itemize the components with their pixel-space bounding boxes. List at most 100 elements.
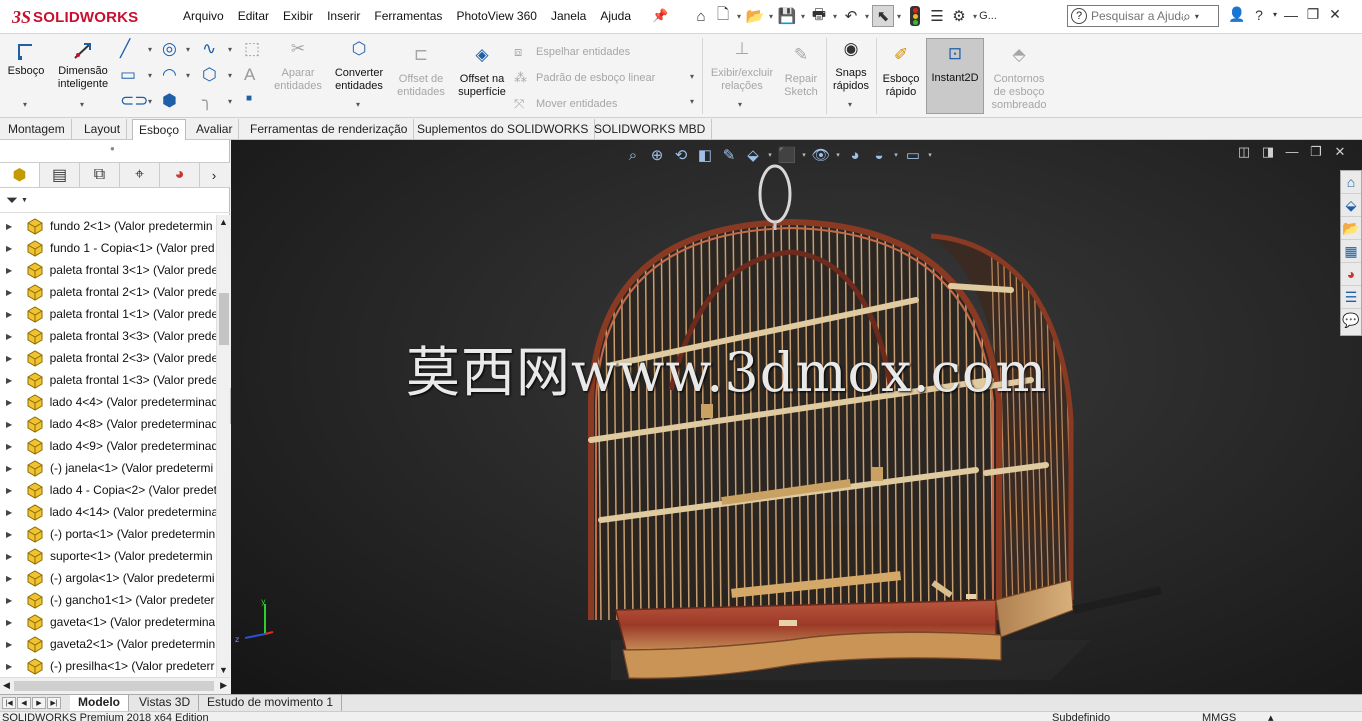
display-relations-button[interactable]: ⊥ Exibir/excluir relações (706, 40, 778, 93)
tree-item[interactable]: ▶ lado 4<8> (Valor predeterminad (0, 413, 216, 435)
select-cursor-icon[interactable]: ⬉ (872, 5, 894, 27)
close-icon[interactable]: ✕ (1324, 6, 1346, 23)
expand-arrow-icon[interactable]: ▶ (6, 420, 16, 429)
tree-horizontal-scrollbar[interactable]: ◀ ▶ (0, 677, 230, 694)
minimize-icon[interactable]: — (1280, 7, 1302, 23)
mirror-entities-button[interactable]: ⧈ Espelhar entidades (514, 44, 630, 60)
instant2d-button[interactable]: ⊡ Instant2D (926, 38, 984, 114)
user-icon[interactable]: 👤 (1226, 6, 1248, 23)
expand-arrow-icon[interactable]: ▶ (6, 222, 16, 231)
property-manager-tab-icon[interactable]: ▤ (40, 163, 80, 187)
select-dropdown-icon[interactable]: ▾ (894, 12, 904, 21)
menu-ferramentas[interactable]: Ferramentas (367, 9, 449, 23)
expand-arrow-icon[interactable]: ▶ (6, 398, 16, 407)
tree-item[interactable]: ▶ gaveta2<1> (Valor predetermin (0, 633, 216, 655)
pattern-dropdown-icon[interactable]: ▾ (690, 72, 694, 81)
tab-layout[interactable]: Layout (78, 119, 128, 140)
expand-arrow-icon[interactable]: ▶ (6, 486, 16, 495)
solidworks-resources-icon[interactable]: ⌂ (1341, 171, 1361, 194)
scroll-down-icon[interactable]: ▼ (219, 665, 228, 675)
rapid-sketch-button[interactable]: ✐ Esboço rápido (878, 46, 924, 99)
tree-item[interactable]: ▶ paleta frontal 1<1> (Valor prede (0, 303, 216, 325)
new-dropdown-icon[interactable]: ▾ (734, 12, 744, 21)
point-tool-icon[interactable]: ■ (246, 93, 252, 104)
filter-icon[interactable]: ⏷ (6, 192, 18, 209)
print-dropdown-icon[interactable]: ▾ (830, 12, 840, 21)
print-icon[interactable]: 🖶 (808, 5, 830, 27)
help-icon[interactable]: ? (1248, 7, 1270, 23)
text-tool-icon[interactable]: A (244, 65, 255, 85)
search-dropdown-icon[interactable]: ▾ (1195, 12, 1199, 21)
last-tab-icon[interactable]: ▶| (47, 697, 61, 709)
expand-arrow-icon[interactable]: ▶ (6, 530, 16, 539)
pin-icon[interactable]: 📌 (652, 8, 668, 24)
esboco-button[interactable]: Esboço (4, 40, 48, 78)
move-entities-button[interactable]: ⤧ Mover entidades (514, 96, 617, 112)
circle-tool-icon[interactable]: ◎ (162, 39, 177, 59)
tree-item[interactable]: ▶ (-) janela<1> (Valor predetermi (0, 457, 216, 479)
tree-item[interactable]: ▶ fundo 1 - Copia<1> (Valor pred (0, 237, 216, 259)
panel-more-icon[interactable]: › (200, 163, 228, 187)
move-dropdown-icon[interactable]: ▾ (690, 97, 694, 106)
tree-item[interactable]: ▶ suporte<1> (Valor predetermin (0, 545, 216, 567)
options-gear-icon[interactable]: ⚙ (948, 5, 970, 27)
rectangle-dropdown-icon[interactable]: ▾ (148, 71, 152, 80)
rebuild-traffic-light-icon[interactable] (910, 6, 920, 26)
tree-item[interactable]: ▶ lado 4<4> (Valor predeterminad (0, 391, 216, 413)
units-text[interactable]: MMGS (1202, 712, 1236, 721)
circle-dropdown-icon[interactable]: ▾ (186, 45, 190, 54)
trim-entities-button[interactable]: ✂ Aparar entidades (268, 40, 328, 93)
open-folder-icon[interactable]: 📂 (744, 5, 766, 27)
undo-icon[interactable]: ↶ (840, 5, 862, 27)
spline-tool-icon[interactable]: ∿ (202, 39, 216, 59)
menu-exibir[interactable]: Exibir (276, 9, 320, 23)
configuration-manager-tab-icon[interactable]: ⧉ (80, 163, 120, 187)
quick-access-overflow[interactable]: G... (979, 5, 997, 27)
expand-arrow-icon[interactable]: ▶ (6, 354, 16, 363)
dimxpert-manager-tab-icon[interactable]: ⌖ (120, 163, 160, 187)
expand-arrow-icon[interactable]: ▶ (6, 376, 16, 385)
save-dropdown-icon[interactable]: ▾ (798, 12, 808, 21)
home-icon[interactable]: ⌂ (690, 5, 712, 27)
rectangle-tool-icon[interactable]: ▭ (120, 65, 136, 85)
tree-item[interactable]: ▶ (-) porta<1> (Valor predetermin (0, 523, 216, 545)
solidworks-logo[interactable]: 3S SOLIDWORKS (12, 5, 138, 29)
convert-entities-button[interactable]: ⬡ Converter entidades (330, 40, 388, 93)
linear-pattern-button[interactable]: ⁂ Padrão de esboço linear (514, 70, 655, 86)
expand-arrow-icon[interactable]: ▶ (6, 508, 16, 517)
expand-arrow-icon[interactable]: ▶ (6, 662, 16, 671)
display-manager-tab-icon[interactable]: ◕ (160, 163, 200, 187)
restore-icon[interactable]: ❐ (1302, 6, 1324, 23)
arc-tool-icon[interactable]: ◠ (162, 65, 177, 85)
expand-arrow-icon[interactable]: ▶ (6, 442, 16, 451)
snaps-dropdown-icon[interactable]: ▾ (848, 100, 852, 109)
expand-arrow-icon[interactable]: ▶ (6, 596, 16, 605)
scroll-right-icon[interactable]: ▶ (220, 680, 227, 691)
tree-item[interactable]: ▶ paleta frontal 1<3> (Valor prede (0, 369, 216, 391)
expand-arrow-icon[interactable]: ▶ (6, 618, 16, 627)
expand-arrow-icon[interactable]: ▶ (6, 310, 16, 319)
tab-estudo-movimento[interactable]: Estudo de movimento 1 (199, 695, 343, 711)
tree-item[interactable]: ▶ lado 4 - Copia<2> (Valor predet (0, 479, 216, 501)
feature-manager-tab-icon[interactable]: ⬢ (0, 163, 40, 187)
custom-properties-icon[interactable]: ☰ (1341, 286, 1361, 309)
expand-arrow-icon[interactable]: ▶ (6, 552, 16, 561)
tree-item[interactable]: ▶ paleta frontal 3<3> (Valor prede (0, 325, 216, 347)
next-tab-icon[interactable]: ▶ (32, 697, 46, 709)
tree-item[interactable]: ▶ lado 4<14> (Valor predetermina (0, 501, 216, 523)
expand-arrow-icon[interactable]: ▶ (6, 640, 16, 649)
tree-item[interactable]: ▶ paleta frontal 2<1> (Valor prede (0, 281, 216, 303)
expand-arrow-icon[interactable]: ▶ (6, 266, 16, 275)
tree-item[interactable]: ▶ gaveta<1> (Valor predetermina (0, 611, 216, 633)
new-document-icon[interactable]: 🗋 (712, 5, 734, 27)
tab-rendering-tools[interactable]: Ferramentas de renderização (244, 119, 415, 140)
expand-arrow-icon[interactable]: ▶ (6, 244, 16, 253)
scroll-up-icon[interactable]: ▲ (219, 217, 228, 227)
fillet-tool-icon[interactable]: ╮ (202, 91, 212, 111)
esboco-dropdown-icon[interactable]: ▾ (23, 100, 27, 109)
appearances-icon[interactable]: ◕ (1341, 263, 1361, 286)
scroll-thumb[interactable] (219, 293, 229, 345)
tree-item[interactable]: ▶ lado 4<9> (Valor predeterminad (0, 435, 216, 457)
tree-item[interactable]: ▶ paleta frontal 3<1> (Valor prede (0, 259, 216, 281)
construction-geometry-icon[interactable]: ⬚ (244, 39, 260, 59)
